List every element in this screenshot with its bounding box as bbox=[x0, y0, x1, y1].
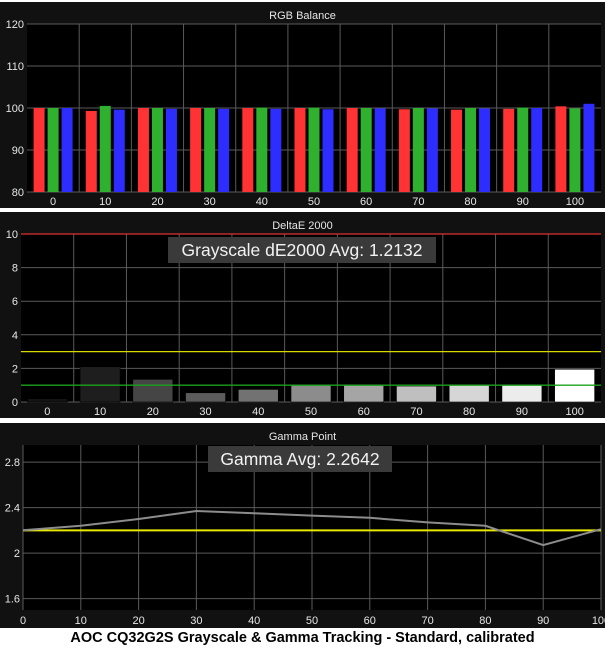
x-tick-label: 70 bbox=[410, 406, 422, 418]
bar-red bbox=[33, 108, 45, 192]
bar-red bbox=[85, 110, 97, 192]
x-tick-label: 30 bbox=[204, 196, 216, 208]
bar-green bbox=[204, 108, 216, 192]
bar-green bbox=[412, 108, 424, 192]
y-tick-label: 8 bbox=[12, 263, 18, 275]
bar-green bbox=[360, 108, 372, 192]
y-tick-label: 120 bbox=[6, 19, 24, 31]
bar-deltae bbox=[27, 398, 68, 403]
y-tick-label: 1.6 bbox=[5, 594, 20, 606]
x-tick-label: 90 bbox=[537, 615, 549, 627]
avg-annotation-text: Gamma Avg: 2.2642 bbox=[220, 449, 379, 469]
x-tick-label: 50 bbox=[308, 196, 320, 208]
x-tick-label: 80 bbox=[464, 196, 476, 208]
bar-blue bbox=[270, 108, 282, 192]
bar-blue bbox=[531, 108, 543, 192]
x-tick-label: 10 bbox=[99, 196, 111, 208]
bar-green bbox=[99, 105, 111, 192]
bar-red bbox=[294, 108, 306, 192]
bar-red bbox=[137, 108, 149, 192]
y-tick-label: 2 bbox=[14, 548, 20, 560]
bar-deltae bbox=[343, 384, 385, 403]
x-tick-label: 100 bbox=[565, 406, 583, 418]
x-tick-label: 40 bbox=[256, 196, 268, 208]
bar-blue bbox=[165, 108, 177, 192]
bar-deltae bbox=[79, 366, 121, 403]
x-tick-label: 0 bbox=[44, 406, 50, 418]
bar-green bbox=[517, 107, 529, 192]
x-tick-label: 50 bbox=[306, 615, 318, 627]
x-tick-label: 20 bbox=[132, 615, 144, 627]
bar-green bbox=[256, 107, 268, 192]
y-tick-label: 0 bbox=[12, 397, 18, 409]
bar-blue bbox=[583, 103, 595, 192]
bar-green bbox=[465, 108, 477, 192]
x-tick-label: 10 bbox=[75, 615, 87, 627]
bar-red bbox=[190, 108, 202, 192]
bar-deltae bbox=[396, 385, 437, 403]
bar-red bbox=[451, 109, 463, 192]
x-tick-label: 90 bbox=[517, 196, 529, 208]
figure-caption: AOC CQ32G2S Grayscale & Gamma Tracking -… bbox=[70, 630, 535, 646]
x-tick-label: 90 bbox=[516, 406, 528, 418]
x-tick-label: 70 bbox=[412, 196, 424, 208]
bar-blue bbox=[479, 108, 491, 192]
x-tick-label: 0 bbox=[20, 615, 26, 627]
bar-deltae bbox=[185, 392, 226, 403]
y-tick-label: 10 bbox=[6, 229, 18, 241]
x-tick-label: 60 bbox=[364, 615, 376, 627]
x-tick-label: 70 bbox=[421, 615, 433, 627]
bar-green bbox=[47, 108, 59, 192]
bar-green bbox=[151, 108, 163, 192]
y-tick-label: 6 bbox=[12, 296, 18, 308]
y-tick-label: 80 bbox=[12, 187, 24, 199]
bar-red bbox=[242, 108, 254, 192]
chart-title-3: Gamma Point bbox=[269, 431, 336, 443]
bar-red bbox=[555, 106, 567, 192]
x-tick-label: 80 bbox=[479, 615, 491, 627]
bar-green bbox=[308, 107, 320, 192]
x-tick-label: 30 bbox=[199, 406, 211, 418]
chart-canvas: RGB Balance80901001101200 10 20 30 40 50 60 70 8… bbox=[0, 2, 605, 628]
bar-red bbox=[503, 108, 515, 192]
y-tick-label: 4 bbox=[12, 330, 18, 342]
y-tick-label: 2.8 bbox=[5, 457, 20, 469]
bar-deltae bbox=[237, 389, 279, 403]
x-tick-label: 40 bbox=[252, 406, 264, 418]
y-tick-label: 90 bbox=[12, 145, 24, 157]
bar-blue bbox=[113, 109, 125, 192]
bar-red bbox=[398, 109, 410, 192]
x-tick-label: 60 bbox=[360, 196, 372, 208]
bar-red bbox=[346, 108, 358, 192]
x-tick-label: 50 bbox=[305, 406, 317, 418]
x-tick-label: 40 bbox=[248, 615, 260, 627]
bar-deltae bbox=[501, 384, 543, 403]
y-tick-label: 110 bbox=[6, 61, 24, 73]
x-tick-label: 10 bbox=[94, 406, 106, 418]
x-tick-label: 100 bbox=[592, 615, 605, 627]
x-tick-label: 20 bbox=[147, 406, 159, 418]
x-tick-label: 60 bbox=[358, 406, 370, 418]
bar-deltae bbox=[448, 384, 490, 403]
y-tick-label: 2 bbox=[12, 363, 18, 375]
bar-blue bbox=[426, 108, 438, 192]
chart-title-1: RGB Balance bbox=[269, 10, 336, 22]
bar-blue bbox=[322, 109, 334, 192]
x-tick-label: 30 bbox=[190, 615, 202, 627]
bar-blue bbox=[374, 108, 386, 192]
chart-title-2: DeltaE 2000 bbox=[272, 220, 333, 232]
avg-annotation-text: Grayscale dE2000 Avg: 1.2132 bbox=[182, 240, 423, 260]
bar-deltae bbox=[290, 384, 332, 403]
chart-image: RGB Balance 80 90 100 110 120 0 10 20 30 40 50 60 70 8… bbox=[0, 0, 605, 652]
bar-blue bbox=[218, 108, 230, 192]
y-tick-label: 100 bbox=[6, 103, 24, 115]
bar-green bbox=[569, 108, 581, 192]
bar-blue bbox=[61, 108, 73, 192]
y-tick-label: 2.4 bbox=[5, 503, 20, 515]
bar-deltae bbox=[132, 379, 174, 403]
x-tick-label: 0 bbox=[50, 196, 56, 208]
x-tick-label: 80 bbox=[463, 406, 475, 418]
x-tick-label: 20 bbox=[151, 196, 163, 208]
x-tick-label: 100 bbox=[566, 196, 584, 208]
